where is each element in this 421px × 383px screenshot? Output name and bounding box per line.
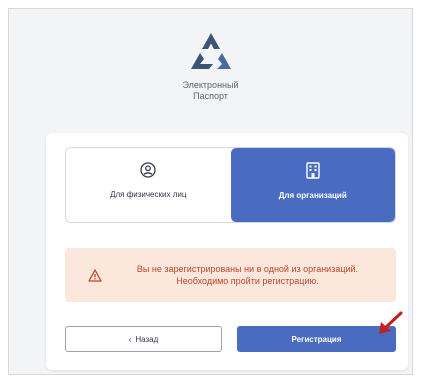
tab-individuals[interactable]: Для физических лиц	[66, 148, 231, 222]
pointer-arrow-icon	[379, 311, 403, 334]
alert-message: Вы не зарегистрированы ни в одной из орг…	[136, 264, 359, 286]
register-button[interactable]: Регистрация	[237, 326, 396, 352]
tab-organizations-label: Для организаций	[278, 191, 347, 200]
registration-card: Для физических лиц Для организаций Вы не…	[46, 133, 408, 370]
brand-name-line1: Электронный	[182, 80, 239, 90]
tab-individuals-label: Для физических лиц	[110, 190, 187, 199]
tab-organizations[interactable]: Для организаций	[230, 148, 395, 222]
user-icon	[140, 162, 156, 178]
brand-name-line2: Паспорт	[193, 91, 228, 101]
page-frame: Электронный Паспорт Для физических лиц Д…	[8, 8, 413, 375]
account-type-switch: Для физических лиц Для организаций	[65, 147, 396, 223]
alert-banner: Вы не зарегистрированы ни в одной из орг…	[65, 248, 396, 302]
warning-icon	[88, 268, 102, 282]
brand: Электронный Паспорт	[9, 31, 412, 102]
register-button-label: Регистрация	[291, 334, 342, 344]
building-icon	[306, 162, 320, 179]
triangle-logo-icon	[190, 33, 231, 69]
back-button-label: Назад	[135, 334, 159, 344]
back-button[interactable]: ‹ Назад	[65, 326, 222, 352]
chevron-left-icon: ‹	[128, 334, 132, 344]
